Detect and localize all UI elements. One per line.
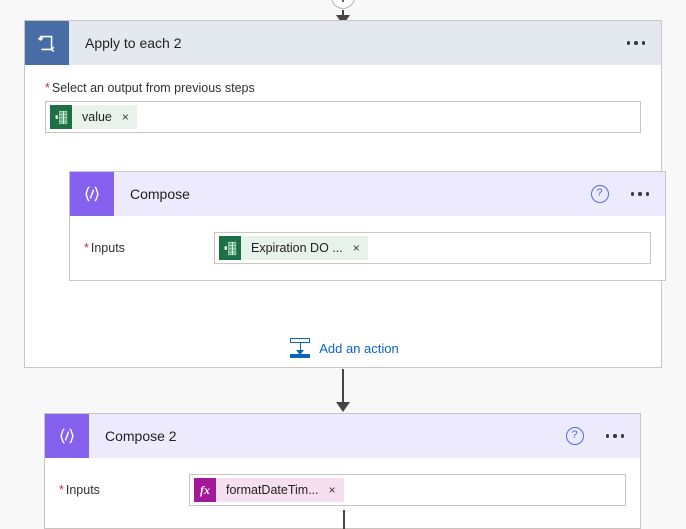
compose-inputs-input[interactable]: Expiration DO ... ×	[214, 232, 651, 264]
compose-2-inputs-label: * Inputs	[59, 483, 189, 497]
connector-middle	[0, 368, 686, 413]
compose-header[interactable]: Compose ?	[70, 172, 665, 216]
token-expiration-remove[interactable]: ×	[351, 240, 362, 256]
connector-bottom	[343, 510, 345, 529]
select-output-label-text: Select an output from previous steps	[51, 81, 255, 95]
select-output-label: * Select an output from previous steps	[45, 81, 641, 95]
token-value-remove[interactable]: ×	[120, 109, 131, 125]
token-expiration[interactable]: Expiration DO ... ×	[219, 236, 368, 260]
compose-inputs-row: * Inputs Expiration DO ... ×	[70, 216, 665, 264]
token-expiration-text: Expiration DO ...	[251, 241, 343, 255]
compose-2-inputs-row: * Inputs fx formatDateTim... ×	[45, 458, 640, 506]
compose-2-inputs-input[interactable]: fx formatDateTim... ×	[189, 474, 626, 506]
token-value[interactable]: value ×	[50, 105, 137, 129]
compose-2-more-menu[interactable]	[604, 430, 627, 442]
add-an-action-label: Add an action	[319, 340, 399, 356]
excel-icon	[50, 105, 72, 129]
select-output-field-block: * Select an output from previous steps v…	[25, 65, 661, 133]
compose-card[interactable]: Compose ? * Inputs Expiration DO ... ×	[69, 171, 666, 281]
compose-header-actions: ?	[590, 185, 666, 203]
plus-circle-icon[interactable]	[331, 0, 355, 9]
connector-line	[342, 9, 344, 16]
select-output-input[interactable]: value ×	[45, 101, 641, 133]
loop-repeat-icon	[25, 21, 69, 65]
compose-more-menu[interactable]	[629, 188, 652, 200]
token-format-date-time-text: formatDateTim...	[226, 483, 319, 497]
fx-icon: fx	[194, 478, 216, 502]
compose-title: Compose	[130, 186, 190, 202]
help-icon[interactable]: ?	[565, 427, 584, 445]
add-an-action-button[interactable]: Add an action	[289, 337, 399, 359]
excel-icon	[219, 236, 241, 260]
help-icon[interactable]: ?	[590, 185, 609, 203]
arrow-down-icon	[336, 402, 350, 412]
apply-to-each-header-actions	[625, 37, 662, 49]
required-asterisk: *	[45, 81, 50, 95]
compose-braces-icon	[45, 414, 89, 458]
required-asterisk: *	[84, 241, 89, 255]
required-asterisk: *	[59, 483, 64, 497]
token-value-text: value	[82, 110, 112, 124]
apply-to-each-title: Apply to each 2	[85, 35, 182, 51]
compose-2-header[interactable]: Compose 2 ?	[45, 414, 640, 458]
compose-2-inputs-label-text: Inputs	[65, 483, 100, 497]
token-format-date-time-remove[interactable]: ×	[327, 482, 338, 498]
compose-inputs-label-text: Inputs	[90, 241, 125, 255]
compose-2-header-actions: ?	[565, 427, 641, 445]
token-format-date-time[interactable]: fx formatDateTim... ×	[194, 478, 344, 502]
compose-braces-icon	[70, 172, 114, 216]
compose-2-title: Compose 2	[105, 428, 177, 444]
add-action-container: Add an action	[25, 337, 663, 359]
apply-to-each-more-menu[interactable]	[625, 37, 648, 49]
connector-line	[342, 369, 344, 403]
apply-to-each-header[interactable]: Apply to each 2	[25, 21, 661, 65]
apply-to-each-card[interactable]: Apply to each 2 * Select an output from p…	[24, 20, 666, 368]
compose-inputs-label: * Inputs	[84, 241, 214, 255]
insert-below-icon	[289, 337, 311, 359]
